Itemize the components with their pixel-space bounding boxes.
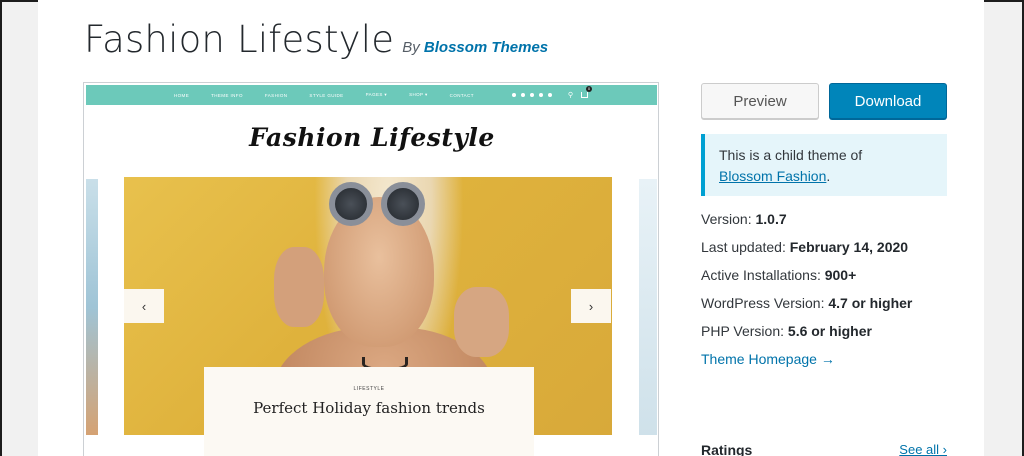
slider-next-button: › [571, 289, 611, 323]
by-label: By [402, 39, 420, 56]
preview-nav-item: HOME [174, 92, 190, 98]
last-updated-value: February 14, 2020 [789, 239, 909, 255]
wp-version-row: WordPress Version: 4.7 or higher [701, 289, 912, 317]
installations-label: Active Installations: [701, 267, 821, 283]
version-value: 1.0.7 [755, 211, 787, 227]
hero-lens-left [329, 182, 373, 226]
php-version-row: PHP Version: 5.6 or higher [701, 317, 912, 345]
notice-suffix: . [826, 168, 831, 184]
child-theme-notice: This is a child theme of Blossom Fashion… [701, 134, 947, 196]
preview-nav-item: PAGES ▾ [365, 92, 388, 97]
installations-value: 900+ [824, 267, 857, 283]
theme-title: Fashion Lifestyle [84, 18, 395, 61]
version-row: Version: 1.0.7 [701, 205, 912, 233]
prev-slide-peek [86, 179, 98, 435]
homepage-row: Theme Homepage → [701, 345, 912, 373]
wp-version-label: WordPress Version: [701, 295, 825, 311]
preview-nav-item: THEME INFO [211, 92, 243, 98]
theme-screenshot: HOME THEME INFO FASHION STYLE GUIDE PAGE… [83, 82, 659, 456]
hero-lens-right [381, 182, 425, 226]
next-slide-peek [639, 179, 657, 435]
search-icon: ⚲ [567, 92, 574, 99]
preview-nav-bar: HOME THEME INFO FASHION STYLE GUIDE PAGE… [86, 85, 657, 105]
hero-hand-right [454, 287, 509, 357]
preview-button[interactable]: Preview [701, 83, 819, 119]
preview-nav-item: FASHION [264, 92, 288, 98]
cart-count-badge: 0 [586, 86, 593, 92]
slider-prev-button: ‹ [124, 289, 164, 323]
last-updated-row: Last updated: February 14, 2020 [701, 233, 912, 261]
theme-page: Fashion Lifestyle By Blossom Themes HOME… [38, 0, 984, 456]
notice-text: This is a child theme of [719, 147, 863, 163]
instagram-icon [520, 93, 525, 97]
author-link[interactable]: Blossom Themes [424, 39, 548, 56]
preview-nav-item: SHOP ▾ [409, 92, 428, 97]
social-icons [511, 93, 552, 97]
ratings-header: Ratings See all › [701, 442, 947, 456]
title-row: Fashion Lifestyle By Blossom Themes [84, 18, 548, 61]
ratings-label: Ratings [701, 442, 753, 456]
byline: By Blossom Themes [402, 39, 548, 56]
see-all-ratings-link[interactable]: See all › [899, 442, 947, 456]
pinterest-icon [538, 93, 543, 97]
preview-nav-item: CONTACT [449, 92, 474, 98]
facebook-icon [511, 93, 516, 97]
slide-caption: LIFESTYLE Perfect Holiday fashion trends [204, 367, 534, 456]
slide-category: LIFESTYLE [353, 386, 385, 392]
download-button[interactable]: Download [829, 83, 947, 119]
twitter-icon [547, 93, 552, 97]
theme-homepage-link[interactable]: Theme Homepage → [701, 351, 835, 367]
php-version-label: PHP Version: [701, 323, 785, 339]
hero-glasses [329, 182, 429, 230]
php-version-value: 5.6 or higher [787, 323, 872, 339]
hero-hand-left [274, 247, 324, 327]
installations-row: Active Installations: 900+ [701, 261, 912, 289]
wp-version-value: 4.7 or higher [828, 295, 913, 311]
last-updated-label: Last updated: [701, 239, 786, 255]
version-label: Version: [701, 211, 752, 227]
linkedin-icon [529, 93, 534, 97]
slide-title: Perfect Holiday fashion trends [253, 399, 485, 417]
preview-nav-item: STYLE GUIDE [309, 92, 344, 98]
parent-theme-link[interactable]: Blossom Fashion [719, 168, 826, 184]
cart-icon: 0 [581, 86, 593, 98]
theme-meta: Version: 1.0.7 Last updated: February 14… [701, 205, 912, 373]
preview-logo: Fashion Lifestyle [249, 123, 495, 152]
